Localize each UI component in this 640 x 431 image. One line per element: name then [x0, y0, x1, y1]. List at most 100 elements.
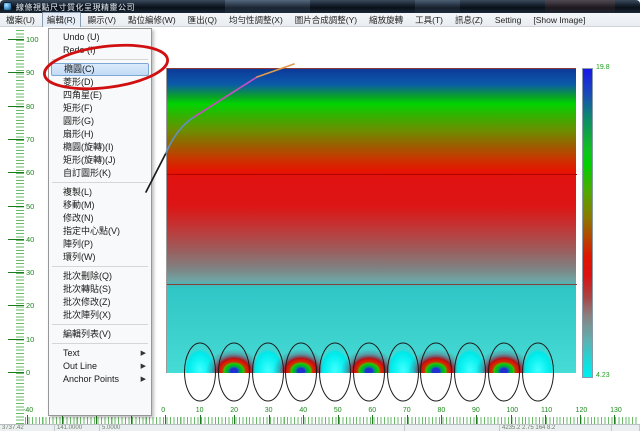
- submenu-arrow-icon: ▶: [141, 373, 146, 386]
- ruler-label: 110: [541, 407, 552, 414]
- menu-item-custom-shape[interactable]: 自訂圖形(K): [49, 167, 151, 180]
- menubar-item-menu-zoom-rotate[interactable]: 縮放旋轉: [364, 12, 408, 28]
- menu-item-batch-modify[interactable]: 批次修改(Z): [49, 296, 151, 309]
- menubar-item-menu-show-image[interactable]: [Show Image]: [528, 13, 590, 27]
- ruler-major-tick: [8, 72, 24, 73]
- reference-line: [167, 284, 577, 285]
- colorbar: [582, 68, 593, 378]
- menu-item-copy[interactable]: 複製(L): [49, 186, 151, 199]
- ruler-major-tick: [8, 239, 24, 240]
- ruler-label: 20: [26, 301, 34, 310]
- menu-item-rectangle[interactable]: 矩形(F): [49, 102, 151, 115]
- menu-item-four-star[interactable]: 四角星(E): [49, 89, 151, 102]
- menu-item-batch-paste[interactable]: 批次轉貼(S): [49, 283, 151, 296]
- ruler-label: 40: [299, 407, 307, 414]
- edit-dropdown-menu: Undo (U)Redo (I) 橢圓(C)菱形(D)四角星(E)矩形(F)圓形(…: [48, 28, 152, 416]
- ruler-label: 20: [230, 407, 238, 414]
- ruler-label: 10: [26, 335, 34, 344]
- colorbar-min-label: 4.23: [596, 372, 610, 379]
- menu-separator: [52, 182, 148, 183]
- vertical-ruler: [16, 30, 24, 425]
- ruler-label: 120: [576, 407, 588, 414]
- menubar-item-menu-message[interactable]: 訊息(Z): [450, 12, 488, 28]
- menu-item-rect-rotate[interactable]: 矩形(旋轉)(J): [49, 154, 151, 167]
- ruler-label: 50: [26, 202, 34, 211]
- menubar-item-menu-edit[interactable]: 編輯(R): [42, 12, 81, 28]
- ruler-label: 100: [507, 407, 519, 414]
- ruler-label: 0: [26, 368, 30, 377]
- status-cell: 4235.2 2.75 164 8.2: [500, 425, 612, 431]
- ruler-label: 60: [26, 168, 34, 177]
- status-cell: 3737.42: [0, 425, 55, 431]
- menu-separator: [52, 266, 148, 267]
- menu-item-anchor-points[interactable]: Anchor Points▶: [49, 373, 151, 386]
- ruler-label: 90: [26, 68, 34, 77]
- ruler-major-tick: [8, 372, 24, 373]
- ruler-major-tick: [8, 206, 24, 207]
- ruler-label: 30: [26, 268, 34, 277]
- menu-item-ellipse-rotate[interactable]: 橢圓(旋轉)(I): [49, 141, 151, 154]
- menubar-item-menu-view[interactable]: 顯示(V): [83, 12, 121, 28]
- ruler-label: 70: [403, 407, 411, 414]
- submenu-arrow-icon: ▶: [141, 360, 146, 373]
- ruler-label: 10: [196, 407, 204, 414]
- submenu-arrow-icon: ▶: [141, 347, 146, 360]
- titlebar-glass-highlight: [545, 0, 615, 13]
- menu-item-modify[interactable]: 修改(N): [49, 212, 151, 225]
- menu-item-batch-array[interactable]: 批次陣列(X): [49, 309, 151, 322]
- client-area: 19.8 4.23 1009080706050403020100 -40-30-…: [0, 27, 640, 430]
- menu-item-ellipse[interactable]: 橢圓(C): [51, 63, 149, 76]
- menubar-item-menu-tools[interactable]: 工具(T): [410, 12, 448, 28]
- ruler-label: -40: [23, 407, 33, 414]
- ruler-label: 90: [472, 407, 480, 414]
- app-window: 線條視點尺寸質化呈現精靈公司 檔案(U)編輯(R)顯示(V)點位編修(W)匯出(…: [0, 0, 640, 430]
- ruler-label: 0: [161, 407, 165, 414]
- menu-item-batch-delete[interactable]: 批次刪除(Q): [49, 270, 151, 283]
- menu-item-ring-array[interactable]: 環列(W): [49, 251, 151, 264]
- menubar-item-menu-export[interactable]: 匯出(Q): [183, 12, 222, 28]
- ruler-label: 80: [437, 407, 445, 414]
- menu-item-text[interactable]: Text▶: [49, 347, 151, 360]
- menubar-item-menu-file[interactable]: 檔案(U): [1, 12, 40, 28]
- menubar-item-menu-image-compose[interactable]: 圖片合成調整(Y): [290, 12, 362, 28]
- ruler-major-tick: [8, 272, 24, 273]
- reference-line: [167, 174, 577, 175]
- heatmap-canvas[interactable]: [166, 68, 576, 373]
- menu-separator: [52, 343, 148, 344]
- menu-bar: 檔案(U)編輯(R)顯示(V)點位編修(W)匯出(Q)均勻性調整(X)圖片合成調…: [0, 13, 640, 27]
- menu-item-outline[interactable]: Out Line▶: [49, 360, 151, 373]
- menu-separator: [52, 324, 148, 325]
- menubar-item-menu-uniformity[interactable]: 均勻性調整(X): [224, 12, 288, 28]
- status-cell: [612, 425, 640, 431]
- menu-item-fan[interactable]: 扇形(H): [49, 128, 151, 141]
- ruler-label: 60: [368, 407, 376, 414]
- ruler-major-tick: [8, 172, 24, 173]
- menu-item-set-center[interactable]: 指定中心點(V): [49, 225, 151, 238]
- ruler-label: 50: [334, 407, 342, 414]
- ruler-label: 80: [26, 102, 34, 111]
- ruler-label: 40: [26, 235, 34, 244]
- menu-item-edit-list[interactable]: 編輯列表(V): [49, 328, 151, 341]
- app-icon: [3, 2, 12, 11]
- menu-item-move[interactable]: 移動(M): [49, 199, 151, 212]
- menubar-item-menu-setting[interactable]: Setting: [490, 13, 526, 27]
- menu-separator: [52, 59, 148, 60]
- status-cell: [405, 425, 500, 431]
- ruler-major-tick: [8, 305, 24, 306]
- status-cell: 5.0000: [100, 425, 405, 431]
- ruler-label: 70: [26, 135, 34, 144]
- ruler-major-tick: [8, 139, 24, 140]
- ruler-major-tick: [8, 339, 24, 340]
- menu-item-redo[interactable]: Redo (I): [49, 44, 151, 57]
- menubar-item-menu-point-edit[interactable]: 點位編修(W): [123, 12, 181, 28]
- menu-item-undo[interactable]: Undo (U): [49, 31, 151, 44]
- ruler-label: 100: [26, 35, 39, 44]
- ruler-label: 30: [265, 407, 273, 414]
- colorbar-max-label: 19.8: [596, 64, 610, 71]
- menu-item-diamond[interactable]: 菱形(D): [49, 76, 151, 89]
- ruler-major-tick: [8, 106, 24, 107]
- menu-item-array[interactable]: 陣列(P): [49, 238, 151, 251]
- status-cell: 141.0000: [55, 425, 100, 431]
- ruler-label: 130: [610, 407, 622, 414]
- menu-item-circle[interactable]: 圓形(G): [49, 115, 151, 128]
